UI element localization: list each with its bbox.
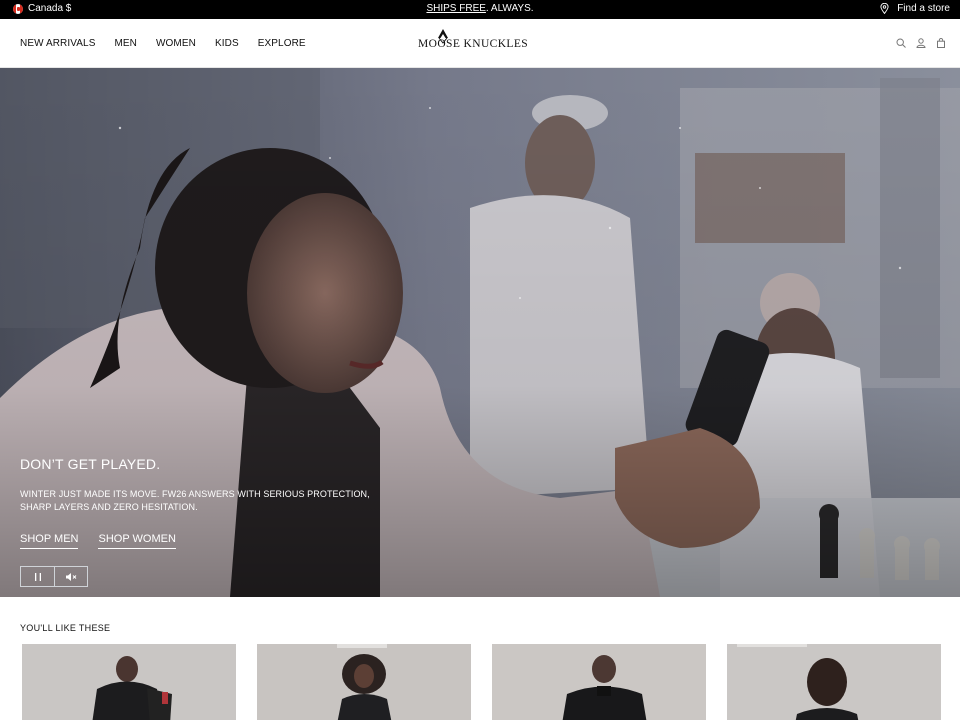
- pause-button[interactable]: [21, 567, 54, 586]
- mute-button[interactable]: [54, 567, 87, 586]
- announcement-bar: Canada $ SHIPS FREE. ALWAYS. Find a stor…: [0, 0, 960, 19]
- product-card[interactable]: [22, 644, 236, 720]
- brand-logo[interactable]: MOOSE KNUCKLES: [418, 29, 549, 51]
- hero-subtitle: WINTER JUST MADE ITS MOVE. FW26 ANSWERS …: [20, 489, 370, 512]
- product-card[interactable]: [492, 644, 706, 720]
- product-image: [727, 644, 941, 720]
- nav-explore[interactable]: EXPLORE: [258, 38, 306, 49]
- cart-icon[interactable]: [936, 38, 946, 48]
- product-card[interactable]: [727, 644, 941, 720]
- logo-wordmark: MOOSE KNUCKLES: [418, 38, 529, 50]
- promo-suffix: . ALWAYS.: [485, 3, 534, 14]
- hero-copy: DON’T GET PLAYED. WINTER JUST MADE ITS M…: [20, 456, 370, 512]
- hero-title: DON’T GET PLAYED.: [20, 456, 161, 472]
- site-header: NEW ARRIVALS MEN WOMEN KIDS EXPLORE MOOS…: [0, 19, 960, 68]
- header-actions: [896, 38, 946, 48]
- main-nav: NEW ARRIVALS MEN WOMEN KIDS EXPLORE: [20, 38, 306, 49]
- account-icon[interactable]: [916, 38, 926, 48]
- nav-men[interactable]: MEN: [114, 38, 137, 49]
- shop-men-link[interactable]: SHOP MEN: [20, 533, 79, 549]
- location-pin-icon: [880, 3, 889, 14]
- recommendations-title: YOU'LL LIKE THESE: [20, 623, 111, 633]
- video-controls: [20, 566, 88, 587]
- ships-free-link[interactable]: SHIPS FREE: [426, 3, 485, 14]
- hero-background-image: [0, 68, 960, 597]
- find-store-label: Find a store: [897, 3, 950, 14]
- recommendations-section: YOU'LL LIKE THESE: [0, 597, 960, 720]
- find-store-link[interactable]: Find a store: [880, 3, 950, 14]
- shipping-promo: SHIPS FREE. ALWAYS.: [0, 3, 960, 14]
- product-image: [22, 644, 236, 720]
- shop-women-link[interactable]: SHOP WOMEN: [98, 533, 176, 549]
- pause-icon: [34, 572, 41, 581]
- hero-cta-group: SHOP MEN SHOP WOMEN: [20, 533, 176, 549]
- nav-kids[interactable]: KIDS: [215, 38, 239, 49]
- mute-icon: [66, 572, 77, 581]
- nav-new-arrivals[interactable]: NEW ARRIVALS: [20, 38, 95, 49]
- hero-video[interactable]: DON’T GET PLAYED. WINTER JUST MADE ITS M…: [0, 68, 960, 597]
- product-image: [492, 644, 706, 720]
- product-card[interactable]: [257, 644, 471, 720]
- nav-women[interactable]: WOMEN: [156, 38, 196, 49]
- search-icon[interactable]: [896, 38, 906, 48]
- product-image: [257, 644, 471, 720]
